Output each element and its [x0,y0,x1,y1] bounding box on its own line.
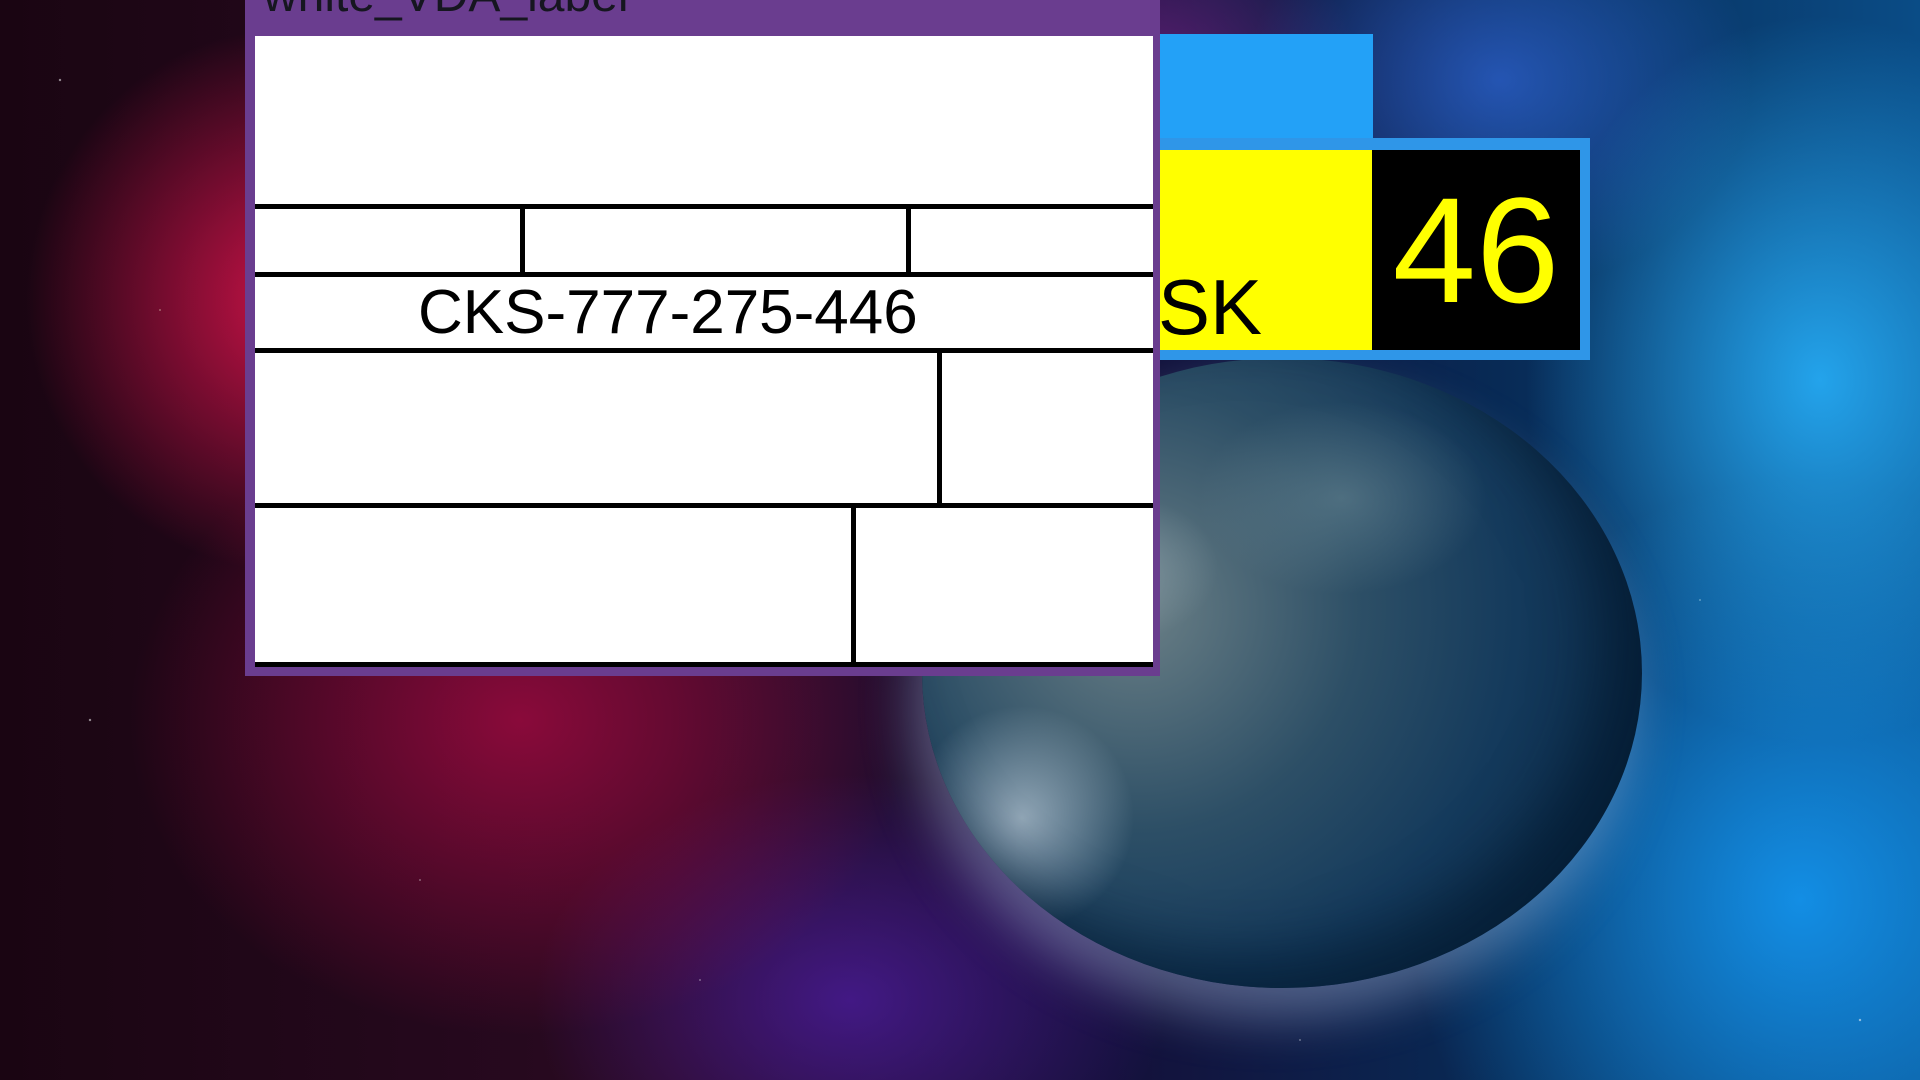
label-divider [937,350,942,505]
label-divider [255,204,1153,209]
score-panel-left-cell: SK [1158,150,1372,350]
score-panel[interactable]: SK 46 [1148,138,1590,360]
label-divider [255,503,1153,508]
label-divider [520,206,525,274]
blue-background-window[interactable] [1160,34,1373,144]
score-value: 46 [1372,150,1580,350]
label-divider [255,662,1153,667]
label-divider [851,505,856,667]
score-panel-left-text: SK [1158,263,1263,350]
label-code-text: CKS-777-275-446 [418,278,918,347]
label-window[interactable]: white_VDA_label CKS-777-275-446 [245,0,1160,676]
window-title: white_VDA_label [263,0,629,20]
label-divider [906,206,911,274]
vda-label-form: CKS-777-275-446 [255,36,1153,667]
desktop-background: SK 46 white_VDA_label CKS-777-275-446 [0,0,1920,1080]
label-divider [255,272,1153,277]
label-divider [255,348,1153,353]
